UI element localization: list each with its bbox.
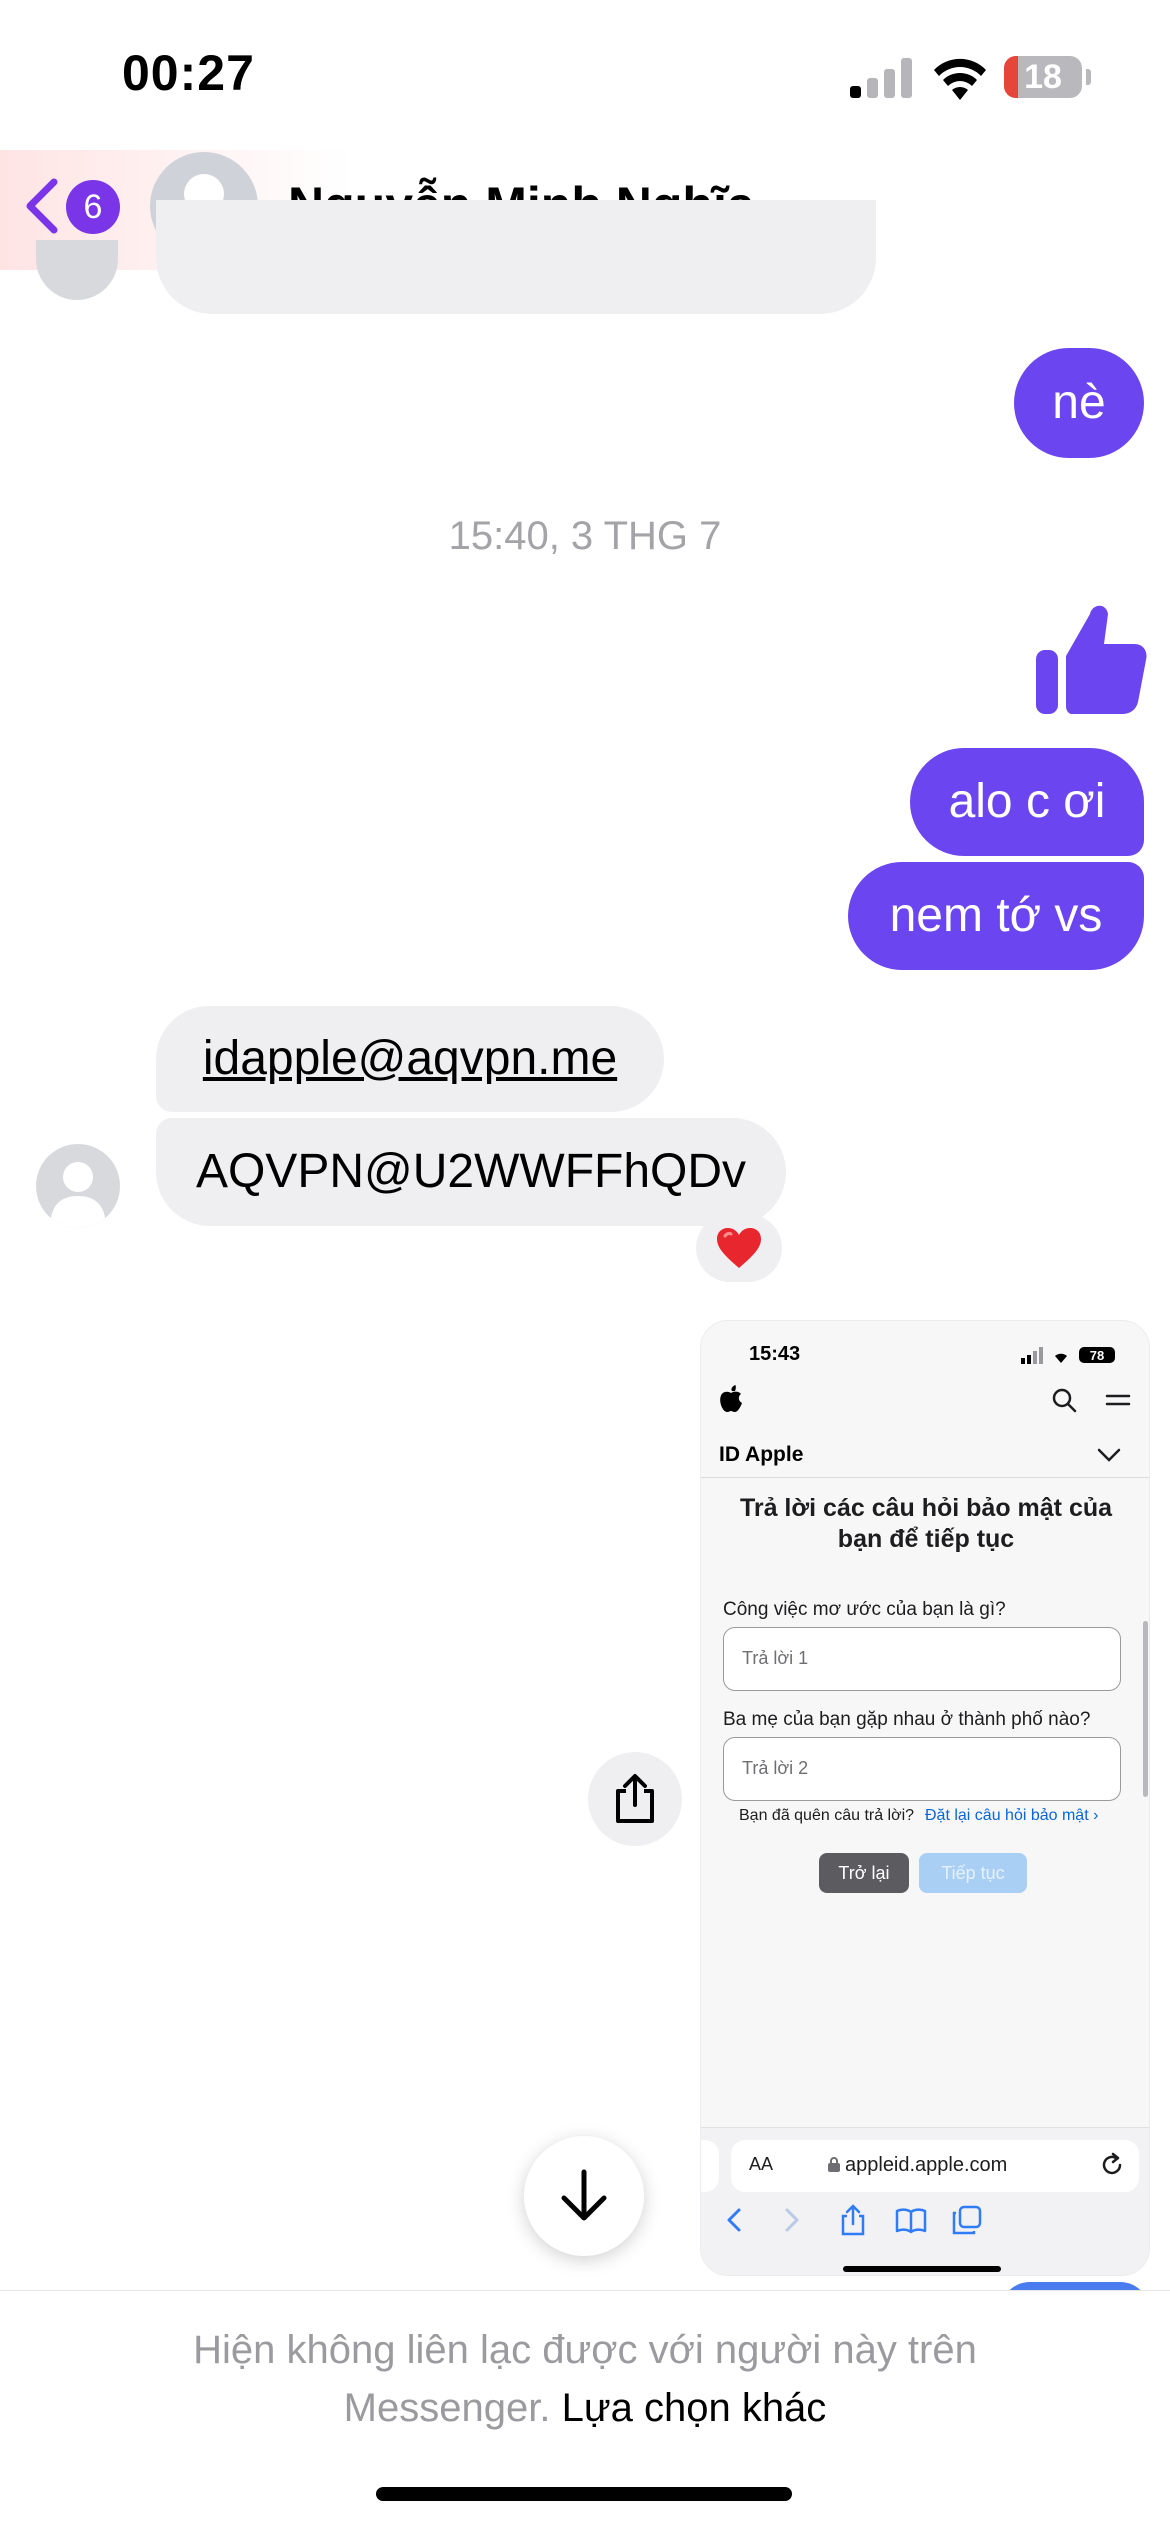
url-text: appleid.apple.com bbox=[827, 2154, 1007, 2177]
message-text: nè bbox=[1052, 376, 1106, 429]
security-question-1: Công việc mơ ước của bạn là gì? bbox=[723, 1599, 1006, 1620]
answer-1-placeholder: Trả lời 1 bbox=[742, 1648, 809, 1668]
answer-2-input: Trả lời 2 bbox=[723, 1737, 1121, 1801]
browser-share-icon bbox=[841, 2204, 865, 2236]
browser-forward-icon bbox=[785, 2208, 799, 2232]
unread-count-badge: 6 bbox=[66, 180, 120, 234]
unavailable-notice: Hiện không liên lạc được với người này t… bbox=[100, 2321, 1070, 2437]
menu-icon[interactable] bbox=[1105, 1389, 1131, 1411]
status-time: 00:27 bbox=[122, 45, 255, 101]
scroll-to-bottom-button[interactable] bbox=[524, 2136, 644, 2256]
attachment-battery: 78 bbox=[1090, 1348, 1104, 1363]
email-link[interactable]: idapple@aqvpn.me bbox=[203, 1035, 617, 1083]
chat-timestamp: 15:40, 3 THG 7 bbox=[448, 514, 722, 558]
outgoing-message[interactable]: nem tớ vs bbox=[848, 862, 1144, 970]
avatar-partial bbox=[36, 240, 118, 300]
forgot-answers-text: Bạn đã quên câu trả lời? bbox=[739, 1807, 915, 1824]
reload-icon bbox=[1102, 2152, 1122, 2175]
answer-2-placeholder: Trả lời 2 bbox=[742, 1758, 809, 1778]
chevron-down-icon bbox=[1097, 1448, 1121, 1462]
share-icon bbox=[616, 1774, 654, 1823]
address-bar: AA appleid.apple.com bbox=[731, 2140, 1139, 2192]
attachment-status-time: 15:43 bbox=[749, 1343, 801, 1365]
message-text: alo c ơi bbox=[948, 775, 1106, 828]
reset-questions-link: Đặt lại câu hỏi bảo mật › bbox=[925, 1807, 1099, 1824]
footer-notice: Hiện không liên lạc được với người này t… bbox=[0, 2290, 1170, 2532]
message-reaction[interactable] bbox=[696, 1214, 782, 1282]
url-value: appleid.apple.com bbox=[845, 2154, 1008, 2176]
browser-back-icon bbox=[727, 2208, 741, 2232]
image-attachment[interactable]: 15:43 78 ID Apple Trả lời các câu hỏi bả… bbox=[700, 1320, 1150, 2276]
section-title: ID Apple bbox=[719, 1443, 804, 1466]
back-button-image: Trở lại bbox=[819, 1853, 909, 1893]
thumbs-up-icon[interactable] bbox=[1034, 600, 1148, 716]
contact-avatar-small[interactable] bbox=[36, 1144, 120, 1228]
incoming-message[interactable]: idapple@aqvpn.me bbox=[156, 1006, 664, 1112]
incoming-message[interactable]: AQVPN@U2WWFFhQDv bbox=[156, 1118, 786, 1226]
home-indicator bbox=[376, 2487, 792, 2501]
reader-aa-button: AA bbox=[749, 2154, 774, 2174]
scrollbar bbox=[1143, 1621, 1148, 1797]
safari-toolbar: AA appleid.apple.com bbox=[701, 2127, 1149, 2275]
arrow-down-icon bbox=[561, 2169, 607, 2221]
divider bbox=[701, 1477, 1149, 1478]
tabs-icon bbox=[952, 2205, 982, 2235]
battery-icon: 18 bbox=[1004, 56, 1091, 98]
tab-edge bbox=[701, 2140, 719, 2192]
other-options-link[interactable]: Lựa chọn khác bbox=[562, 2386, 827, 2430]
answer-1-input: Trả lời 1 bbox=[723, 1627, 1121, 1691]
back-button[interactable]: 6 bbox=[24, 172, 134, 242]
continue-button-image: Tiếp tục bbox=[919, 1853, 1027, 1893]
outgoing-message[interactable]: nè bbox=[1014, 348, 1144, 458]
lock-icon bbox=[828, 2157, 840, 2172]
status-bar: 00:27 18 bbox=[0, 0, 1170, 150]
cellular-signal-icon bbox=[850, 58, 912, 98]
apple-logo-icon bbox=[720, 1385, 742, 1412]
security-question-2: Ba mẹ của bạn gặp nhau ở thành phố nào? bbox=[723, 1709, 1091, 1730]
search-icon[interactable] bbox=[1051, 1387, 1077, 1413]
message-text: AQVPN@U2WWFFhQDv bbox=[195, 1145, 747, 1198]
outgoing-message[interactable]: alo c ơi bbox=[910, 748, 1144, 856]
attachment-status-icons: 78 bbox=[1021, 1347, 1115, 1364]
incoming-message-partial[interactable] bbox=[156, 200, 876, 314]
attachment-home-indicator bbox=[843, 2266, 1001, 2272]
attachment-heading: Trả lời các câu hỏi bảo mật của bạn để t… bbox=[739, 1494, 1113, 1554]
chevron-left-icon bbox=[26, 178, 58, 234]
default-avatar-icon bbox=[50, 1162, 106, 1228]
heart-icon bbox=[717, 1228, 761, 1268]
bookmarks-icon bbox=[895, 2208, 927, 2234]
message-text: nem tớ vs bbox=[889, 889, 1103, 942]
battery-level: 18 bbox=[1024, 58, 1062, 96]
wifi-icon bbox=[934, 58, 986, 100]
share-button[interactable] bbox=[588, 1752, 682, 1846]
